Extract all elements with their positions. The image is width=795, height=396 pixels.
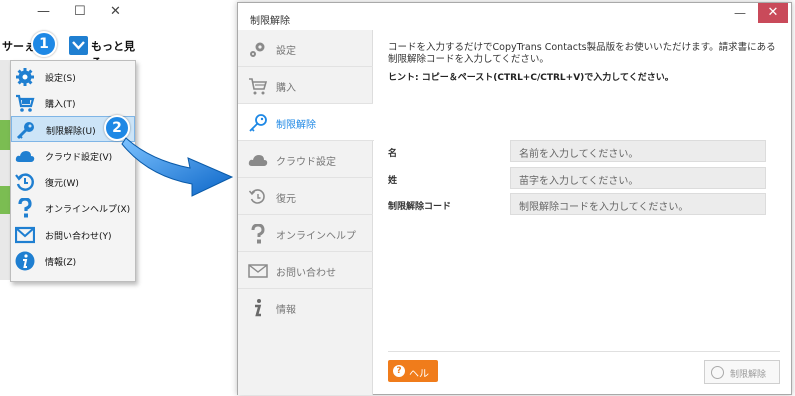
- menu-item-contact[interactable]: お問い合わせ(Y): [11, 222, 135, 248]
- sidebar-item-label: 制限解除: [276, 120, 316, 131]
- restore-icon: [248, 189, 265, 204]
- intro-text: コードを入力するだけでCopyTrans Contacts製品版をお使いいただけ…: [388, 42, 776, 65]
- menu-item-label: お問い合わせ(Y): [45, 232, 112, 242]
- question-icon: [251, 224, 265, 244]
- last-name-field[interactable]: 苗字を入力してください。: [510, 167, 766, 189]
- app-window-small: — ☐ ✕ サーぇ もっと見る 設定(S) 購入(T): [0, 0, 136, 287]
- more-button[interactable]: もっと見る: [66, 34, 136, 69]
- menu-item-purchase[interactable]: 購入(T): [11, 90, 135, 116]
- unlock-code-label: 制限解除コード: [388, 202, 452, 212]
- cloud-icon: [15, 151, 35, 162]
- sidebar-item-cloud[interactable]: クラウド設定: [238, 141, 373, 178]
- menu-item-label: オンラインヘルプ(X): [45, 205, 131, 215]
- sidebar-item-label: 設定: [276, 46, 296, 57]
- info-icon: [15, 251, 35, 271]
- check-circle-icon: [711, 366, 724, 379]
- more-dropdown-menu: 設定(S) 購入(T) 制限解除(U) クラウド設定(V) 復元(W) オンライ…: [10, 60, 136, 282]
- sidebar-item-info[interactable]: 情報: [238, 289, 373, 326]
- help-button[interactable]: ? ヘルプ: [388, 360, 438, 395]
- key-icon: [249, 114, 267, 132]
- hint-text: ヒント: コピー＆ペースト(CTRL+C/CTRL+V)で入力してください。: [388, 73, 674, 83]
- first-name-label: 名: [388, 149, 398, 159]
- sidebar-item-label: 購入: [276, 83, 296, 94]
- unlock-button-label: 制限解除: [730, 370, 767, 380]
- sidebar-item-label: 情報: [276, 305, 296, 316]
- menu-item-online-help[interactable]: オンラインヘルプ(X): [11, 195, 135, 221]
- service-label: サーぇ: [2, 40, 35, 53]
- mail-icon: [15, 226, 35, 244]
- first-name-field[interactable]: 名前を入力してください。: [510, 140, 766, 162]
- unlock-window: 制限解除 — ✕ 設定 購入 制限解除 クラウド設定 復元 オンラインヘルプ お…: [237, 2, 792, 395]
- unlock-code-row: 制限解除コード 制限解除コードを入力してください。: [388, 193, 778, 215]
- menu-item-settings[interactable]: 設定(S): [11, 64, 135, 90]
- close-button[interactable]: ✕: [758, 3, 788, 23]
- window-title: 制限解除: [250, 16, 290, 27]
- help-button-label: ヘルプ: [409, 369, 429, 395]
- menu-item-cloud[interactable]: クラウド設定(V): [11, 143, 135, 169]
- menu-item-label: 制限解除(U): [46, 127, 96, 137]
- last-name-row: 姓 苗字を入力してください。: [388, 167, 778, 189]
- info-icon: [255, 299, 262, 317]
- menu-item-label: 復元(W): [45, 179, 79, 189]
- sidebar: 設定 購入 制限解除 クラウド設定 復元 オンラインヘルプ お問い合わせ 情報: [238, 30, 374, 395]
- mail-icon: [248, 264, 268, 278]
- gear-icon: [16, 68, 34, 86]
- menu-item-label: 購入(T): [45, 100, 76, 110]
- step-badge-1: 1: [31, 31, 57, 57]
- screenshot: — ☐ ✕ サーぇ もっと見る 設定(S) 購入(T): [0, 0, 795, 396]
- unlock-code-field[interactable]: 制限解除コードを入力してください。: [510, 193, 766, 215]
- sidebar-item-label: 復元: [276, 194, 296, 205]
- question-icon: [18, 198, 32, 218]
- menu-item-label: クラウド設定(V): [45, 153, 113, 163]
- gear-icon: [250, 42, 265, 57]
- question-icon: ?: [393, 365, 405, 377]
- sidebar-item-restore[interactable]: 復元: [238, 178, 373, 215]
- cart-icon: [249, 78, 268, 95]
- unlock-button[interactable]: 制限解除: [704, 360, 780, 384]
- sidebar-item-purchase[interactable]: 購入: [238, 67, 373, 104]
- chevron-down-icon: [69, 36, 88, 55]
- menu-item-label: 情報(Z): [45, 258, 77, 268]
- sidebar-item-online-help[interactable]: オンラインヘルプ: [238, 215, 373, 252]
- restore-icon: [15, 173, 34, 191]
- sidebar-item-contact[interactable]: お問い合わせ: [238, 252, 373, 289]
- background-strip: [0, 60, 10, 280]
- minimize-button[interactable]: —: [728, 5, 752, 23]
- unlock-panel: コードを入力するだけでCopyTrans Contacts製品版をお使いいただけ…: [374, 30, 792, 395]
- close-button[interactable]: ✕: [110, 4, 121, 19]
- cart-icon: [16, 94, 35, 112]
- first-name-row: 名 名前を入力してください。: [388, 140, 778, 162]
- sidebar-item-settings[interactable]: 設定: [238, 30, 373, 67]
- menu-item-info[interactable]: 情報(Z): [11, 248, 135, 274]
- sidebar-item-label: お問い合わせ: [276, 268, 336, 279]
- maximize-button[interactable]: ☐: [74, 4, 86, 19]
- divider: [388, 351, 780, 352]
- sidebar-item-unlock[interactable]: 制限解除: [238, 104, 374, 141]
- arrow-icon: [121, 137, 234, 197]
- menu-item-restore[interactable]: 復元(W): [11, 169, 135, 195]
- sidebar-item-label: オンラインヘルプ: [276, 231, 356, 242]
- sidebar-item-label: クラウド設定: [276, 157, 336, 168]
- minimize-button[interactable]: —: [37, 4, 50, 19]
- title-bar: — ☐ ✕: [0, 0, 136, 26]
- key-icon: [16, 122, 34, 140]
- menu-item-label: 設定(S): [45, 74, 76, 84]
- cloud-icon: [248, 155, 268, 166]
- last-name-label: 姓: [388, 176, 398, 186]
